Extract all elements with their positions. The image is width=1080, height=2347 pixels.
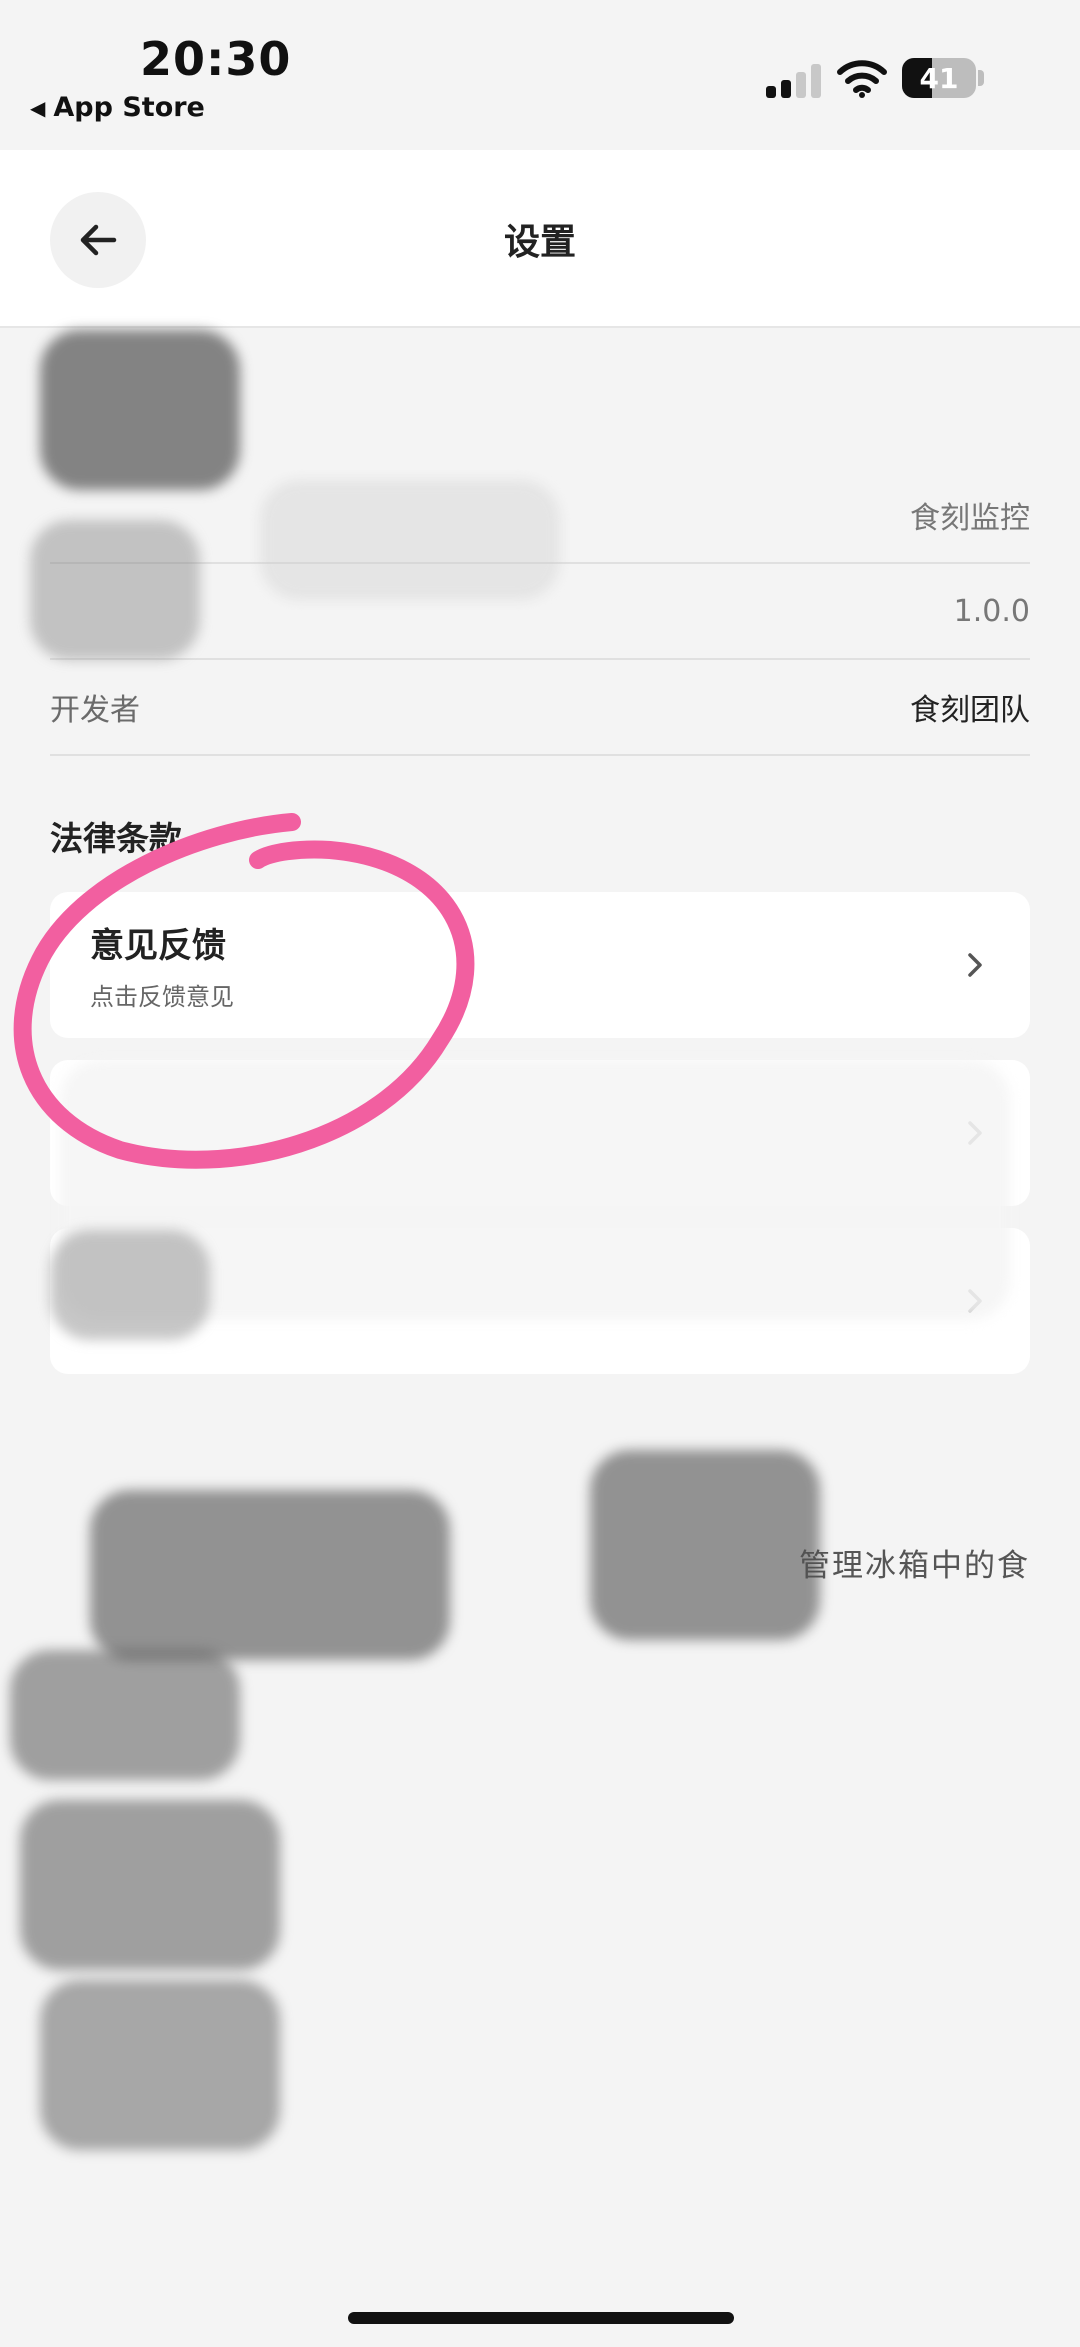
battery-tip	[978, 70, 984, 86]
chevron-right-icon	[960, 950, 990, 980]
redaction-scribble	[30, 520, 200, 660]
back-app-label: App Store	[53, 92, 205, 123]
status-time: 20:30	[140, 32, 292, 86]
redaction-scribble	[90, 1490, 450, 1660]
back-to-app-store-link[interactable]: ◀ App Store	[30, 92, 205, 123]
redaction-scribble	[10, 1650, 240, 1780]
page-title: 设置	[503, 222, 576, 263]
developer-row: 开发者 食刻团队	[50, 660, 1030, 756]
redaction-scribble	[50, 1230, 210, 1340]
redaction-scribble	[40, 330, 240, 490]
redaction-scribble	[590, 1450, 820, 1640]
legal-section-label: 法律条款	[50, 819, 182, 858]
arrow-left-icon	[80, 224, 117, 256]
page-header: 设置	[0, 150, 1080, 328]
status-bar: 20:30 ◀ App Store 41	[0, 0, 1080, 150]
feedback-card[interactable]: 意见反馈 点击反馈意见	[50, 892, 1030, 1038]
app-name-value: 食刻监控	[910, 501, 1030, 536]
redaction-scribble	[40, 1980, 280, 2150]
battery-percentage: 41	[919, 61, 959, 95]
redaction-scribble	[260, 480, 560, 600]
home-indicator[interactable]	[348, 2312, 734, 2324]
version-value: 1.0.0	[953, 593, 1030, 629]
feedback-title: 意见反馈	[90, 926, 226, 966]
wifi-icon	[837, 60, 887, 98]
signal-icon	[766, 64, 822, 98]
developer-value: 食刻团队	[910, 693, 1030, 728]
back-button[interactable]	[50, 192, 146, 288]
battery-icon: 41	[902, 58, 976, 98]
feedback-subtitle: 点击反馈意见	[90, 983, 234, 1011]
developer-label: 开发者	[50, 693, 140, 728]
redaction-scribble	[20, 1800, 280, 1970]
back-triangle-icon: ◀	[30, 95, 46, 120]
